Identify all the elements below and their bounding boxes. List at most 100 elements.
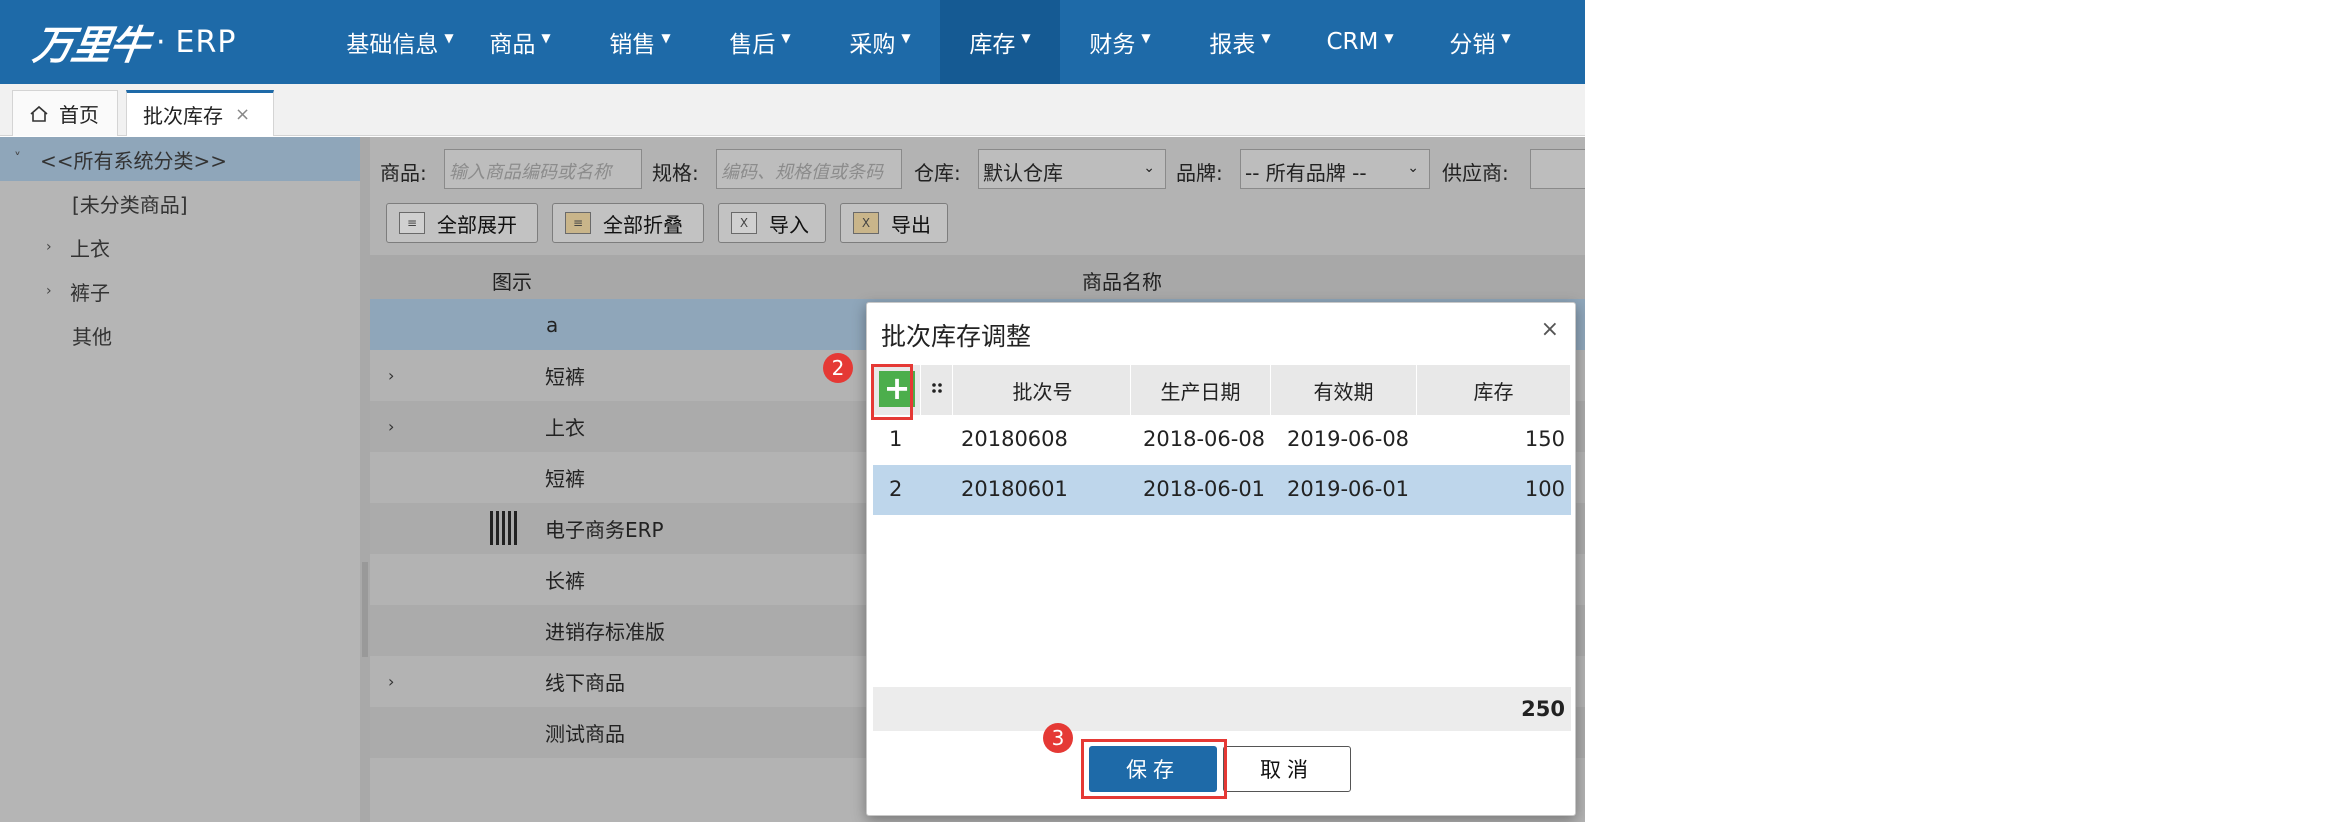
expiry-date[interactable]: 2019-06-01 [1287, 477, 1409, 501]
tab-batch-inventory-label: 批次库存 [143, 104, 223, 128]
spec-search-input[interactable]: 编码、规格值或条码 [716, 149, 902, 189]
batch-row[interactable]: 2 20180601 2018-06-01 2019-06-01 100 [873, 465, 1571, 515]
grid-header: 图示 商品名称 [370, 255, 1585, 299]
product-name: 电子商务ERP [545, 518, 664, 542]
nav-reports[interactable]: 报表 ▼ [1180, 0, 1300, 84]
brand-select[interactable]: -- 所有品牌 -- ⌄ [1240, 149, 1430, 189]
chevron-right-icon[interactable]: › [388, 672, 394, 691]
nav-basic-info[interactable]: 基础信息 ▼ [340, 0, 460, 84]
nav-products[interactable]: 商品 ▼ [460, 0, 580, 84]
tree-item-uncategorized[interactable]: [未分类商品] [0, 181, 360, 225]
product-name: 进销存标准版 [545, 620, 665, 644]
chevron-down-icon: ▼ [1501, 31, 1511, 45]
stock-qty[interactable]: 100 [1525, 477, 1565, 501]
product-name: 线下商品 [545, 671, 625, 695]
col-stock-header: 库存 [1417, 365, 1571, 415]
tree-item-label: 裤子 [70, 280, 110, 305]
supplier-input[interactable] [1530, 149, 1585, 189]
tab-batch-inventory[interactable]: 批次库存 × [126, 90, 274, 136]
grip-icon[interactable] [931, 381, 943, 395]
tab-bar: 首页 批次库存 × [0, 84, 1585, 136]
logo-mark: 万里牛 [30, 22, 151, 69]
category-tree: ˅ <<所有系统分类>> [未分类商品] › 上衣 › 裤子 其他 [0, 137, 360, 822]
nav-sales[interactable]: 销售 ▼ [580, 0, 700, 84]
chevron-down-icon: ▼ [901, 31, 911, 45]
tab-home[interactable]: 首页 [12, 90, 118, 136]
product-search-input[interactable]: 输入商品编码或名称 [444, 149, 642, 189]
batch-grid-header: + 批次号 生产日期 有效期 库存 [873, 365, 1571, 415]
tab-home-label: 首页 [59, 103, 99, 127]
export-button[interactable]: X 导出 [840, 203, 948, 243]
nav-purchase[interactable]: 采购 ▼ [820, 0, 940, 84]
batch-number[interactable]: 20180608 [961, 427, 1068, 451]
mfg-date[interactable]: 2018-06-01 [1143, 477, 1265, 501]
col-label: 生产日期 [1160, 379, 1241, 404]
nav-label: 财务 [1089, 32, 1136, 58]
mfg-date[interactable]: 2018-06-08 [1143, 427, 1265, 451]
nav-distribution[interactable]: 分销 ▼ [1420, 0, 1540, 84]
nav-label: CRM [1326, 29, 1379, 55]
chevron-down-icon: ▼ [1384, 31, 1394, 45]
nav-crm[interactable]: CRM ▼ [1300, 0, 1420, 84]
product-name: 短裤 [545, 365, 585, 389]
nav-label: 销售 [609, 32, 656, 58]
brand-logo[interactable]: 万里牛 · ERP [30, 12, 236, 72]
product-name: 上衣 [545, 416, 585, 440]
chevron-right-icon[interactable]: › [388, 417, 394, 436]
chevron-down-icon: ▼ [1261, 31, 1271, 45]
nav-finance[interactable]: 财务 ▼ [1060, 0, 1180, 84]
expand-icon: ≡ [399, 212, 425, 234]
nav-label: 商品 [489, 32, 536, 58]
chevron-right-icon[interactable]: › [46, 239, 64, 255]
expand-all-button[interactable]: ≡ 全部展开 [386, 203, 538, 243]
col-label: 有效期 [1313, 379, 1374, 404]
chevron-right-icon[interactable]: › [388, 366, 394, 385]
chevron-down-icon[interactable]: ˅ [14, 151, 32, 167]
cancel-button[interactable]: 取消 [1223, 746, 1351, 792]
tree-item-all[interactable]: ˅ <<所有系统分类>> [0, 137, 360, 181]
stock-qty[interactable]: 150 [1525, 427, 1565, 451]
nav-label: 售后 [729, 32, 776, 58]
close-icon[interactable]: × [235, 104, 250, 125]
nav-label: 报表 [1209, 32, 1256, 58]
col-expiry-header: 有效期 [1271, 365, 1417, 415]
col-batch-header: 批次号 [955, 365, 1131, 415]
splitter-grip[interactable] [362, 562, 368, 657]
brand-label: 品牌: [1176, 161, 1223, 185]
spec-label: 规格: [652, 161, 699, 185]
chevron-right-icon[interactable]: › [46, 283, 64, 299]
export-label: 导出 [891, 212, 931, 237]
chevron-down-icon: ▼ [781, 31, 791, 45]
import-button[interactable]: X 导入 [718, 203, 826, 243]
nav-label: 分销 [1449, 32, 1496, 58]
batch-number[interactable]: 20180601 [961, 477, 1068, 501]
col-mfg-date-header: 生产日期 [1131, 365, 1271, 415]
highlight-box-save [1081, 739, 1227, 799]
tree-item-pants[interactable]: › 裤子 [0, 269, 360, 313]
col-label: 库存 [1473, 379, 1514, 404]
dialog-title: 批次库存调整 [881, 322, 1032, 351]
col-label: 批次号 [1012, 379, 1073, 404]
nav-after-sales[interactable]: 售后 ▼ [700, 0, 820, 84]
tree-item-label: [未分类商品] [72, 192, 188, 217]
expiry-date[interactable]: 2019-06-08 [1287, 427, 1409, 451]
chevron-down-icon: ⌄ [1143, 160, 1155, 176]
close-icon[interactable]: × [1541, 317, 1559, 342]
stock-total: 250 [1521, 697, 1565, 721]
tree-item-tops[interactable]: › 上衣 [0, 225, 360, 269]
chevron-down-icon: ⌄ [1407, 160, 1419, 176]
warehouse-select[interactable]: 默认仓库 ⌄ [978, 149, 1166, 189]
toolbar: ≡ 全部展开 ≡ 全部折叠 X 导入 X 导出 [370, 203, 1585, 247]
nav-inventory[interactable]: 库存 ▼ [940, 0, 1060, 84]
warehouse-label: 仓库: [914, 161, 961, 185]
panel-splitter[interactable] [360, 137, 370, 822]
excel-import-icon: X [731, 212, 757, 234]
chevron-down-icon: ▼ [1021, 31, 1031, 45]
column-menu[interactable] [921, 365, 953, 415]
step-marker-2: 2 [823, 353, 853, 383]
collapse-all-button[interactable]: ≡ 全部折叠 [552, 203, 704, 243]
batch-row[interactable]: 1 20180608 2018-06-08 2019-06-08 150 [873, 415, 1571, 465]
qr-code-image [490, 511, 520, 545]
col-name-header: 商品名称 [1082, 270, 1162, 294]
tree-item-other[interactable]: 其他 [0, 313, 360, 357]
